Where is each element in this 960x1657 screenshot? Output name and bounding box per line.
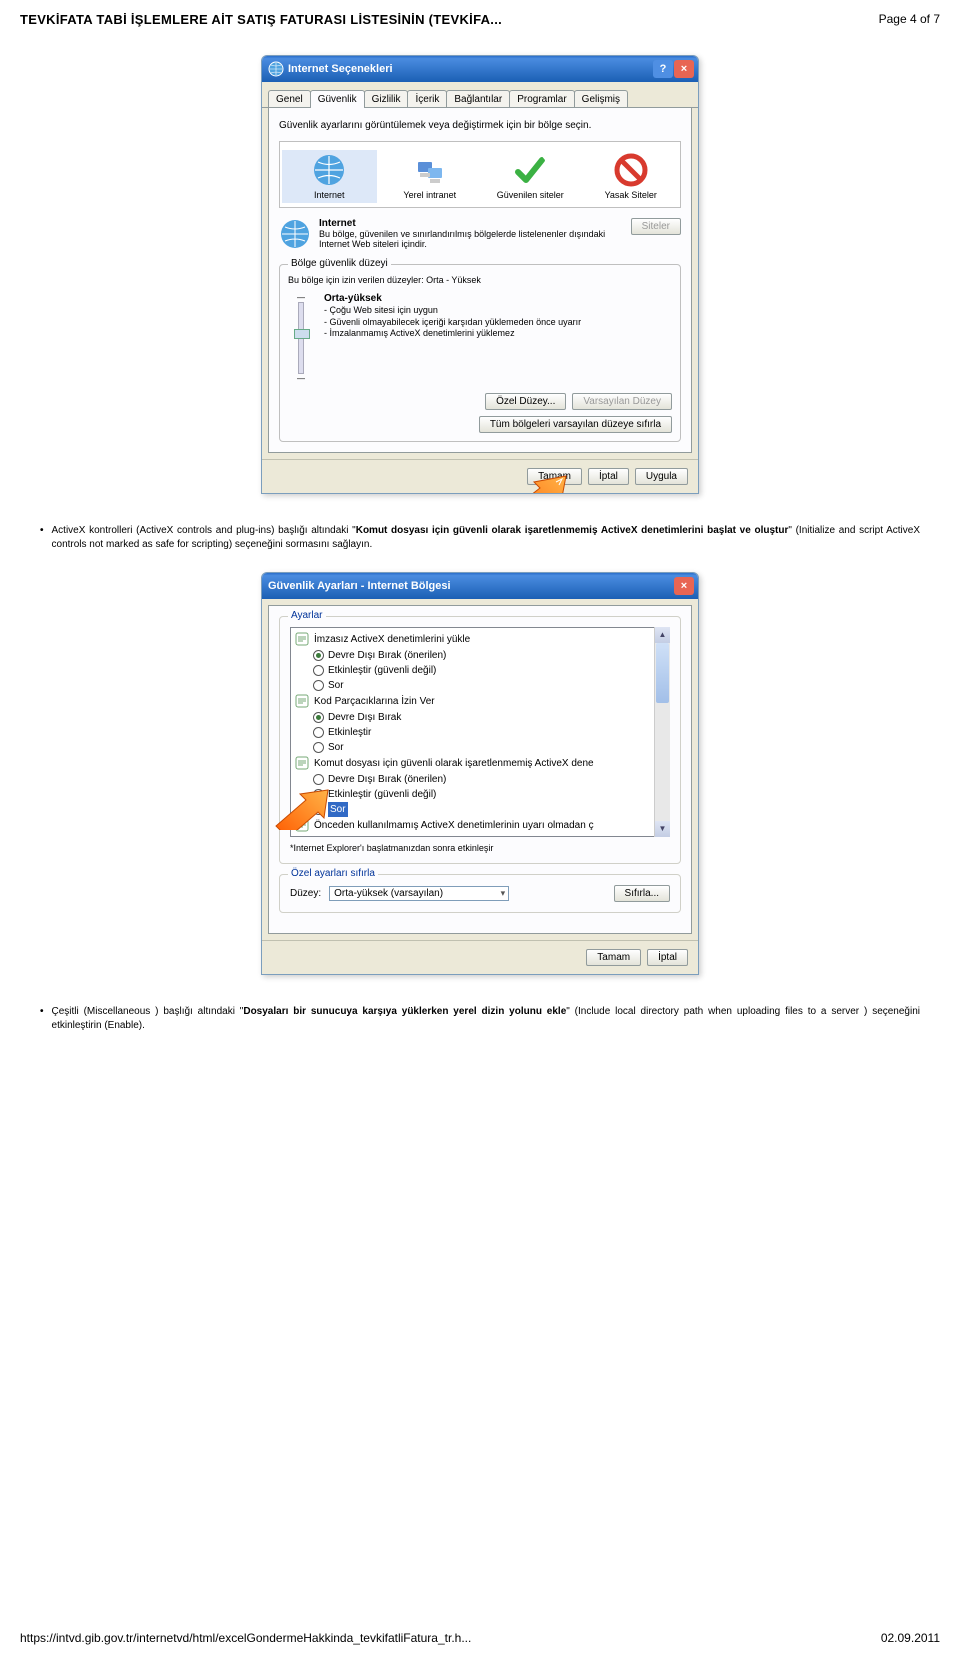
radio-icon	[313, 650, 324, 661]
slider-thumb[interactable]	[294, 329, 310, 339]
radio-icon	[313, 727, 324, 738]
setting-radio[interactable]: Devre Dışı Bırak	[295, 834, 651, 837]
setting-radio[interactable]: Etkinleştir (güvenli değil)	[295, 787, 651, 802]
internet-options-dialog: Internet Seçenekleri ? × Genel Güvenlik …	[261, 55, 699, 494]
dialog-title: Güvenlik Ayarları - Internet Bölgesi	[268, 580, 451, 592]
reset-label: Düzey:	[290, 888, 321, 899]
checkmark-icon	[512, 152, 548, 188]
tabstrip: Genel Güvenlik Gizlilik İçerik Bağlantıl…	[262, 82, 698, 108]
apply-button[interactable]: Uygula	[635, 468, 688, 485]
setting-group: Kod Parçacıklarına İzin Ver	[295, 693, 651, 710]
footer-url: https://intvd.gib.gov.tr/internetvd/html…	[20, 1631, 471, 1645]
gear-globe-icon	[268, 61, 284, 77]
tab-general[interactable]: Genel	[268, 90, 311, 107]
restart-note: *Internet Explorer'ı başlatmanızdan sonr…	[290, 843, 670, 853]
reset-title: Özel ayarları sıfırla	[288, 868, 378, 879]
settings-title: Ayarlar	[288, 610, 326, 621]
activex-icon	[295, 632, 309, 646]
prohibit-icon	[613, 152, 649, 188]
settings-list[interactable]: İmzasız ActiveX denetimlerini yükleDevre…	[290, 627, 670, 837]
zone-label: Yerel intranet	[403, 191, 456, 201]
radio-icon	[313, 742, 324, 753]
radio-icon	[313, 836, 324, 837]
reset-all-button[interactable]: Tüm bölgeleri varsayılan düzeye sıfırla	[479, 416, 672, 433]
setting-group: İmzasız ActiveX denetimlerini yükle	[295, 631, 651, 648]
zone-picker: Internet Yerel intranet Güvenilen sitele…	[279, 141, 681, 208]
footer-date: 02.09.2011	[881, 1631, 940, 1645]
ok-button[interactable]: Tamam	[586, 949, 641, 966]
scroll-up-icon[interactable]: ▲	[655, 627, 670, 643]
setting-group: Önceden kullanılmamış ActiveX denetimler…	[295, 817, 651, 834]
close-button[interactable]: ×	[674, 577, 694, 595]
scrollbar[interactable]: ▲ ▼	[654, 627, 670, 837]
instruction-bullet: ActiveX kontrolleri (ActiveX controls an…	[40, 524, 920, 552]
zone-trusted[interactable]: Güvenilen siteler	[483, 150, 578, 203]
page-number: Page 4 of 7	[879, 12, 940, 27]
setting-radio[interactable]: Sor	[295, 740, 651, 755]
setting-radio[interactable]: Devre Dışı Bırak (önerilen)	[295, 648, 651, 663]
dialog-title: Internet Seçenekleri	[288, 63, 393, 75]
globe-icon	[279, 218, 311, 250]
tab-security[interactable]: Güvenlik	[310, 90, 365, 108]
tab-connections[interactable]: Bağlantılar	[446, 90, 510, 107]
scroll-thumb[interactable]	[656, 643, 669, 703]
tab-content[interactable]: İçerik	[407, 90, 447, 107]
setting-radio[interactable]: Devre Dışı Bırak	[295, 710, 651, 725]
reset-button[interactable]: Sıfırla...	[614, 885, 670, 902]
scroll-down-icon[interactable]: ▼	[655, 821, 670, 837]
zone-label: Yasak Siteler	[605, 191, 657, 201]
custom-level-button[interactable]: Özel Düzey...	[485, 393, 566, 410]
radio-icon	[313, 712, 324, 723]
radio-icon	[313, 774, 324, 785]
cancel-button[interactable]: İptal	[588, 468, 629, 485]
activex-icon	[295, 694, 309, 708]
titlebar: Güvenlik Ayarları - Internet Bölgesi ×	[262, 573, 698, 599]
tab-privacy[interactable]: Gizlilik	[364, 90, 409, 107]
group-title: Bölge güvenlik düzeyi	[288, 258, 391, 269]
radio-icon	[313, 665, 324, 676]
instruction-text: Güvenlik ayarlarını görüntülemek veya de…	[279, 120, 681, 131]
zone-label: Internet	[314, 191, 345, 201]
annotation-arrow-icon	[500, 474, 570, 494]
sites-button[interactable]: Siteler	[631, 218, 681, 235]
setting-radio[interactable]: Sor	[295, 802, 651, 817]
default-level-button[interactable]: Varsayılan Düzey	[572, 393, 672, 410]
zone-restricted[interactable]: Yasak Siteler	[584, 150, 679, 203]
zone-description: Internet Bu bölge, güvenilen ve sınırlan…	[319, 218, 623, 250]
annotation-arrow-icon	[272, 788, 332, 830]
radio-icon	[313, 680, 324, 691]
levels-allowed: Bu bölge için izin verilen düzeyler: Ort…	[288, 275, 672, 285]
setting-group: Komut dosyası için güvenli olarak işaret…	[295, 755, 651, 772]
security-settings-dialog: Güvenlik Ayarları - Internet Bölgesi × A…	[261, 572, 699, 975]
reset-level-select[interactable]: Orta-yüksek (varsayılan)	[329, 886, 509, 901]
zone-intranet[interactable]: Yerel intranet	[383, 150, 478, 203]
cancel-button[interactable]: İptal	[647, 949, 688, 966]
tab-programs[interactable]: Programlar	[509, 90, 574, 107]
titlebar: Internet Seçenekleri ? ×	[262, 56, 698, 82]
level-description: Orta-yüksek - Çoğu Web sitesi için uygun…	[324, 293, 672, 383]
setting-radio[interactable]: Devre Dışı Bırak (önerilen)	[295, 772, 651, 787]
zone-internet[interactable]: Internet	[282, 150, 377, 203]
help-button[interactable]: ?	[653, 60, 673, 78]
instruction-bullet: Çeşitli (Miscellaneous ) başlığı altında…	[40, 1005, 920, 1033]
intranet-icon	[412, 152, 448, 188]
tab-advanced[interactable]: Gelişmiş	[574, 90, 628, 107]
setting-radio[interactable]: Sor	[295, 678, 651, 693]
zone-label: Güvenilen siteler	[497, 191, 564, 201]
close-button[interactable]: ×	[674, 60, 694, 78]
globe-icon	[311, 152, 347, 188]
page-title: TEVKİFATA TABİ İŞLEMLERE AİT SATIŞ FATUR…	[20, 12, 502, 27]
activex-icon	[295, 756, 309, 770]
security-slider[interactable]	[298, 302, 304, 374]
setting-radio[interactable]: Etkinleştir	[295, 725, 651, 740]
setting-radio[interactable]: Etkinleştir (güvenli değil)	[295, 663, 651, 678]
